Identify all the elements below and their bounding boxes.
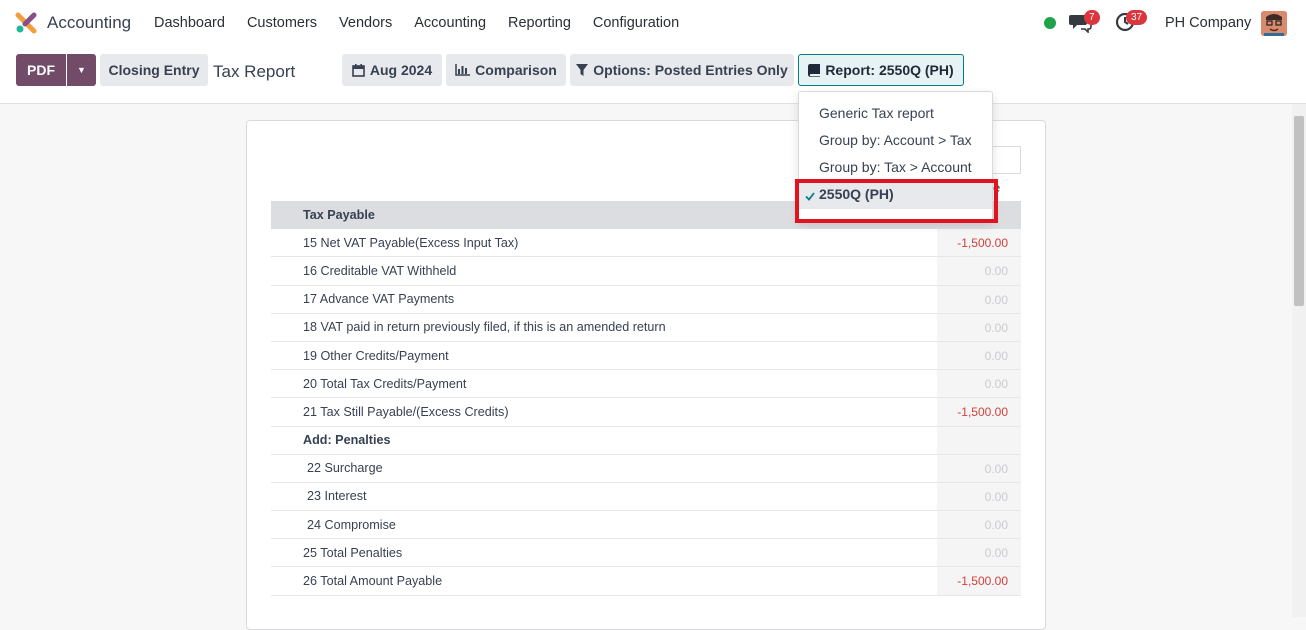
row-label: 15 Net VAT Payable(Excess Input Tax) — [303, 235, 519, 250]
menu-dashboard[interactable]: Dashboard — [143, 0, 236, 46]
online-status-icon — [1044, 17, 1056, 29]
comparison-button[interactable]: Comparison — [446, 54, 566, 86]
row-value: 0.00 — [937, 511, 1021, 539]
row-value: 0.00 — [937, 257, 1021, 285]
row-value[interactable]: -1,500.00 — [937, 567, 1021, 595]
row-label: 23 Interest — [307, 489, 367, 504]
row-label: 22 Surcharge — [307, 461, 383, 476]
page-title: Tax Report — [213, 62, 296, 81]
row-label: 17 Advance VAT Payments — [303, 292, 455, 307]
row-value: 0.00 — [937, 539, 1021, 567]
table-row[interactable]: 18 VAT paid in return previously filed, … — [271, 313, 1021, 342]
table-row[interactable]: 19 Other Credits/Payment 0.00 — [271, 341, 1021, 371]
table-row[interactable]: 22 Surcharge 0.00 — [271, 454, 1021, 483]
top-navbar: Accounting Dashboard Customers Vendors A… — [0, 0, 1306, 46]
row-value: 0.00 — [937, 482, 1021, 511]
row-label: 24 Compromise — [307, 517, 396, 532]
date-filter-label: Aug 2024 — [369, 62, 433, 78]
row-label: Tax Payable — [303, 208, 375, 223]
row-label: 26 Total Amount Payable — [303, 574, 443, 589]
table-row[interactable]: 25 Total Penalties 0.00 — [271, 539, 1021, 568]
row-value[interactable]: -1,500.00 — [937, 398, 1021, 426]
row-label: 25 Total Penalties — [303, 545, 403, 560]
table-row[interactable]: 26 Total Amount Payable -1,500.00 — [271, 567, 1021, 596]
menu-vendors[interactable]: Vendors — [328, 0, 403, 46]
activity-badge: 37 — [1126, 10, 1148, 25]
table-row[interactable]: 23 Interest 0.00 — [271, 482, 1021, 512]
chat-badge: 7 — [1084, 10, 1100, 25]
options-label: Options: Posted Entries Only — [593, 62, 788, 78]
row-label: 16 Creditable VAT Withheld — [303, 263, 457, 278]
table-row[interactable]: 15 Net VAT Payable(Excess Input Tax) -1,5… — [271, 229, 1021, 258]
options-button[interactable]: Options: Posted Entries Only — [570, 54, 794, 86]
bar-chart-icon — [455, 64, 471, 76]
filter-icon — [576, 63, 589, 77]
app-name[interactable]: Accounting — [47, 13, 131, 33]
dropdown-item-generic-tax[interactable]: Generic Tax report — [819, 105, 934, 121]
accounting-app-icon[interactable] — [15, 12, 37, 34]
table-row[interactable]: 24 Compromise 0.00 — [271, 511, 1021, 540]
table-row[interactable]: 20 Total Tax Credits/Payment 0.00 — [271, 370, 1021, 399]
book-icon — [808, 63, 821, 77]
row-value: 0.00 — [937, 370, 1021, 398]
scrollbar-thumb[interactable] — [1294, 116, 1304, 306]
table-row[interactable]: 21 Tax Still Payable/(Excess Credits) -1,… — [271, 398, 1021, 427]
highlight-annotation-box — [795, 179, 998, 223]
row-value: 0.00 — [937, 341, 1021, 370]
report-variant-label: Report: 2550Q (PH) — [825, 62, 954, 78]
main-menu: Dashboard Customers Vendors Accounting R… — [143, 0, 690, 46]
menu-customers[interactable]: Customers — [236, 0, 328, 46]
menu-accounting[interactable]: Accounting — [403, 0, 497, 46]
row-label: 18 VAT paid in return previously filed, … — [303, 320, 666, 335]
user-avatar[interactable] — [1261, 11, 1287, 36]
dropdown-item-group-account-tax[interactable]: Group by: Account > Tax — [819, 132, 972, 148]
row-label: 20 Total Tax Credits/Payment — [303, 376, 467, 391]
table-row[interactable]: 16 Creditable VAT Withheld 0.00 — [271, 257, 1021, 286]
row-label: 21 Tax Still Payable/(Excess Credits) — [303, 404, 509, 419]
tax-report-table: Tax Payable 15 Net VAT Payable(Excess In… — [271, 201, 1021, 596]
menu-reporting[interactable]: Reporting — [497, 0, 582, 46]
row-label: 19 Other Credits/Payment — [303, 348, 449, 363]
pdf-dropdown-toggle[interactable]: ▼ — [67, 54, 96, 86]
row-label: Add: Penalties — [303, 433, 391, 448]
comparison-label: Comparison — [475, 62, 557, 78]
table-row[interactable]: 17 Advance VAT Payments 0.00 — [271, 285, 1021, 314]
row-value: 0.00 — [937, 313, 1021, 341]
row-value: 0.00 — [937, 285, 1021, 313]
menu-configuration[interactable]: Configuration — [582, 0, 690, 46]
date-filter-button[interactable]: Aug 2024 — [342, 54, 442, 86]
closing-entry-button[interactable]: Closing Entry — [100, 54, 208, 86]
row-value — [937, 426, 1021, 454]
calendar-icon — [352, 63, 365, 77]
caret-down-icon: ▼ — [77, 65, 86, 75]
row-value[interactable]: -1,500.00 — [937, 229, 1021, 257]
table-row[interactable]: Add: Penalties — [271, 426, 1021, 455]
company-switcher[interactable]: PH Company — [1165, 15, 1251, 31]
report-variant-button[interactable]: Report: 2550Q (PH) — [798, 54, 964, 86]
pdf-button[interactable]: PDF — [16, 54, 66, 86]
control-panel: PDF ▼ Closing Entry Tax Report Aug 2024 … — [0, 46, 1306, 104]
dropdown-item-group-tax-account[interactable]: Group by: Tax > Account — [819, 159, 972, 175]
row-value: 0.00 — [937, 454, 1021, 482]
